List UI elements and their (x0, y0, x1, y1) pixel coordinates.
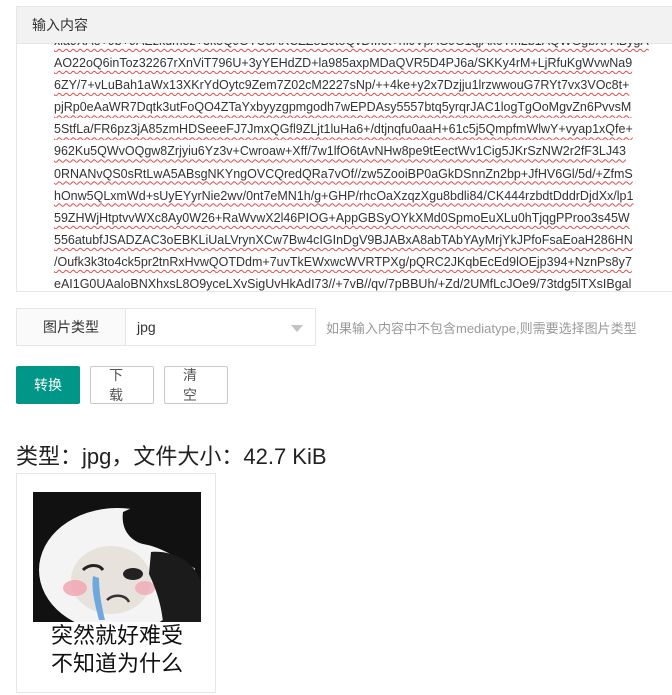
download-button[interactable]: 下载 (90, 366, 154, 404)
input-panel: 输入内容 xla9XAe+9b+9AEzkum8z+3k5QJOTU8AXCZZ… (16, 6, 672, 292)
action-buttons: 转换 下载 清空 (16, 366, 238, 404)
textarea-line: xla9XAe+9b+9AEzkum8z+3k5QJOTU8AXCZZ8BJto… (54, 43, 672, 52)
result-info: 类型：jpg，文件大小：42.7 KiB (16, 444, 327, 469)
image-type-value: jpg (137, 319, 156, 335)
textarea-line: AO22oQ6inToz32267rXnViT796U+3yYEHdZD+la9… (54, 56, 633, 71)
chevron-down-icon (291, 325, 303, 332)
textarea-line: 0RNANvQS0sRtLwA5ABsgNKYngOVCQredQRa7vOf/… (54, 166, 633, 181)
textarea-line: hOnw5QLxmWd+sUyEYyrNie2wv/0nt7eMN1h/g+GH… (54, 188, 634, 203)
meme-caption-line-1: 突然就好难受 (50, 624, 183, 649)
textarea-line: 962Ku5QWvOQgw8Zrjyiu6Yz3v+Cwroaw+Xff/7w1… (54, 144, 626, 159)
textarea-line: eAI1G0UAaloBNXhxsL8O9yceLXvSigUvHkAdI73/… (54, 277, 632, 291)
image-type-hint: 如果输入内容中不包含mediatype,则需要选择图片类型 (326, 320, 637, 336)
textarea-line: /Oufk3k3to4ck5pr2tnRxHvwQOTDdm+7uvTkEWxw… (54, 254, 632, 269)
base64-textarea[interactable]: xla9XAe+9b+9AEzkum8z+3k5QJOTU8AXCZZ8BJto… (17, 43, 672, 291)
result-image: 突然就好难受 不知道为什么 (33, 492, 201, 682)
textarea-line: 556atubfJSADZAC3oEBKLiUaLVrynXCw7Bw4cIGI… (54, 232, 633, 247)
image-type-label: 图片类型 (16, 308, 126, 346)
panda-meme-illustration (33, 492, 201, 632)
result-image-frame: 突然就好难受 不知道为什么 (16, 473, 216, 693)
convert-button[interactable]: 转换 (16, 366, 80, 404)
clear-button[interactable]: 清空 (164, 366, 228, 404)
meme-caption-line-2: 不知道为什么 (50, 652, 183, 677)
image-type-row: 图片类型 jpg 如果输入内容中不包含mediatype,则需要选择图片类型 (16, 308, 637, 346)
textarea-line: 59ZHWjHtptvvWXc8Ay0W26+RaWvwX2l46PIOG+Ap… (54, 210, 630, 225)
textarea-line: 6ZY/7+vLuBah1aWx13XKrYdOytc9Zem7Z02cM222… (54, 78, 630, 93)
input-header: 输入内容 (17, 7, 672, 44)
textarea-line: 5StfLa/FR6pz3jA85zmHDSeeeFJ7JmxQGfl9ZLjt… (54, 122, 633, 137)
textarea-lines: xla9XAe+9b+9AEzkum8z+3k5QJOTU8AXCZZ8BJto… (54, 43, 672, 291)
textarea-line: pjRp0eAaWR7Dqtk3utFoQO4ZTaYxbyyzgpmgodh7… (54, 100, 632, 115)
image-type-select[interactable]: jpg (126, 308, 316, 346)
